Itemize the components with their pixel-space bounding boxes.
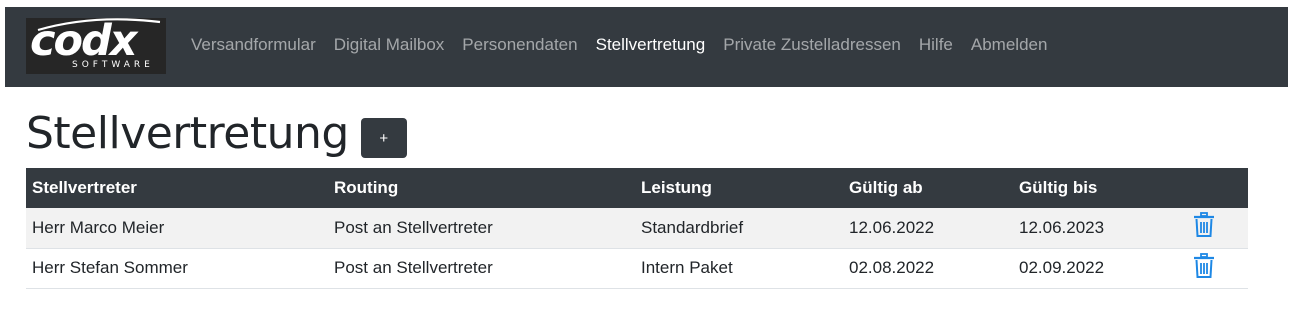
cell-gueltig-bis: 12.06.2023 — [1019, 217, 1105, 237]
logo-wordmark: codx — [30, 16, 138, 66]
column-header-gueltig-ab: Gültig ab — [849, 178, 923, 197]
nav-item-hilfe[interactable]: Hilfe — [919, 35, 953, 55]
cell-stellvertreter: Herr Marco Meier — [32, 217, 165, 237]
column-header-stellvertreter: Stellvertreter — [32, 178, 137, 197]
table-header-row: Stellvertreter Routing Leistung Gültig a… — [26, 168, 1248, 208]
codx-logo[interactable]: codx SOFTWARE — [26, 16, 166, 74]
column-header-gueltig-bis: Gültig bis — [1019, 178, 1098, 197]
logo-subtitle: SOFTWARE — [72, 60, 154, 70]
cell-actions — [1183, 248, 1248, 288]
table-row: Herr Stefan Sommer Post an Stellvertrete… — [26, 248, 1248, 288]
trash-icon[interactable] — [1193, 252, 1215, 284]
stellvertretung-table: Stellvertreter Routing Leistung Gültig a… — [26, 168, 1248, 289]
page-title: Stellvertretung — [26, 108, 349, 159]
nav-item-stellvertretung[interactable]: Stellvertretung — [596, 35, 706, 55]
nav-item-personendaten[interactable]: Personendaten — [462, 35, 577, 55]
nav-item-abmelden[interactable]: Abmelden — [971, 35, 1048, 55]
column-header-actions — [1183, 168, 1248, 208]
cell-routing: Post an Stellvertreter — [334, 217, 493, 237]
nav-item-versandformular[interactable]: Versandformular — [191, 35, 316, 55]
top-navbar: codx SOFTWARE Versandformular Digital Ma… — [5, 7, 1288, 87]
nav-item-private-zustelladressen[interactable]: Private Zustelladressen — [723, 35, 901, 55]
table-row: Herr Marco Meier Post an Stellvertreter … — [26, 208, 1248, 248]
cell-gueltig-ab: 02.08.2022 — [849, 258, 935, 277]
trash-icon[interactable] — [1193, 212, 1215, 243]
cell-routing: Post an Stellvertreter — [334, 258, 493, 277]
cell-leistung: Standardbrief — [641, 217, 744, 237]
column-header-leistung: Leistung — [641, 178, 712, 197]
nav-item-digital-mailbox[interactable]: Digital Mailbox — [334, 35, 445, 55]
column-header-routing: Routing — [334, 178, 399, 197]
cell-stellvertreter: Herr Stefan Sommer — [32, 258, 188, 277]
nav-links: Versandformular Digital Mailbox Personen… — [191, 35, 1065, 55]
cell-gueltig-ab: 12.06.2022 — [849, 217, 935, 237]
cell-gueltig-bis: 02.09.2022 — [1019, 258, 1105, 277]
page-header: Stellvertretung + — [26, 108, 407, 159]
add-stellvertretung-button[interactable]: + — [360, 117, 407, 158]
cell-leistung: Intern Paket — [641, 258, 733, 277]
cell-actions — [1183, 208, 1248, 248]
